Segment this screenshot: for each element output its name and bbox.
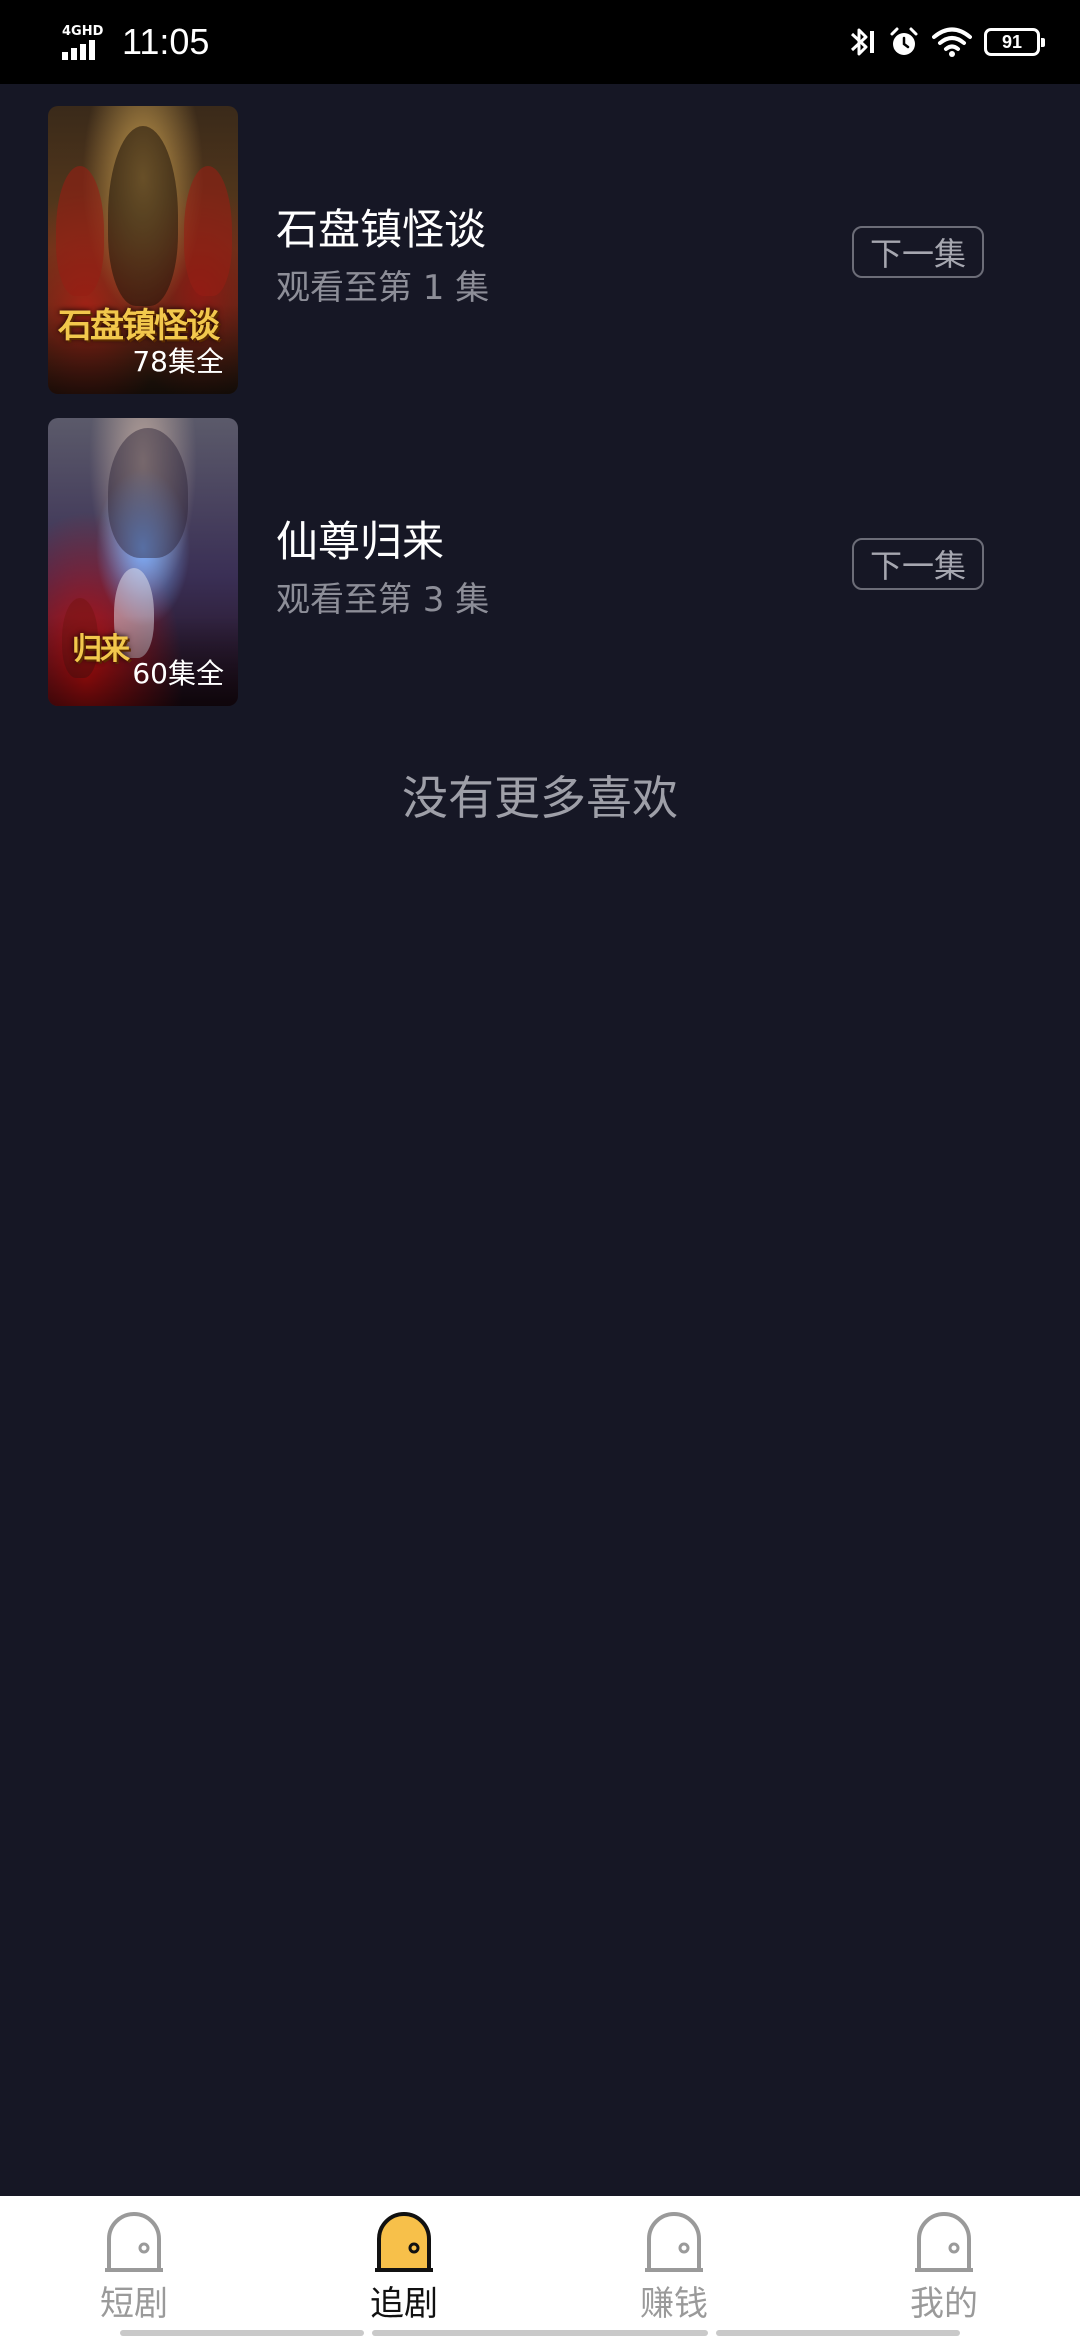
battery-icon: 91 (984, 28, 1045, 56)
status-right: 91 (846, 20, 1045, 64)
nav-indicator (120, 2330, 364, 2336)
episode-count-badge: 60集全 (132, 657, 224, 690)
watch-progress: 观看至第 3 集 (276, 580, 490, 620)
show-poster[interactable]: 归来 60集全 (48, 418, 238, 706)
bottom-nav: 短剧 追剧 赚钱 我的 (0, 2196, 1080, 2340)
nav-label: 追剧 (370, 2284, 438, 2324)
show-poster[interactable]: 石盘镇怪谈 78集全 (48, 106, 238, 394)
nav-label: 赚钱 (640, 2284, 708, 2324)
show-title: 石盘镇怪谈 (276, 205, 487, 254)
alarm-icon (890, 27, 918, 55)
door-icon (105, 2212, 163, 2272)
status-bar: 4GHD 11:05 91 (0, 0, 1080, 84)
status-left: 4GHD 11:05 (62, 18, 209, 66)
next-episode-button[interactable]: 下一集 (852, 538, 984, 590)
nav-indicator (372, 2330, 708, 2336)
cellular-signal-icon: 4GHD (62, 22, 112, 62)
door-icon (645, 2212, 703, 2272)
list-item[interactable]: 归来 60集全 仙尊归来 观看至第 3 集 下一集 (0, 418, 1080, 730)
episode-count-badge: 78集全 (132, 345, 224, 378)
status-time: 11:05 (122, 21, 210, 62)
following-list: 石盘镇怪谈 78集全 石盘镇怪谈 观看至第 1 集 下一集 归来 60集全 仙尊… (0, 106, 1080, 730)
list-item[interactable]: 石盘镇怪谈 78集全 石盘镇怪谈 观看至第 1 集 下一集 (0, 106, 1080, 418)
battery-level: 91 (1001, 31, 1023, 52)
nav-tab-me[interactable]: 我的 (864, 2210, 1024, 2330)
network-type: 4GHD (62, 24, 104, 39)
nav-tab-following[interactable]: 追剧 (324, 2210, 484, 2330)
door-icon (915, 2212, 973, 2272)
nav-indicator (716, 2330, 960, 2336)
no-more-hint: 没有更多喜欢 (402, 771, 678, 825)
show-title: 仙尊归来 (276, 517, 445, 566)
next-episode-button[interactable]: 下一集 (852, 226, 984, 278)
nav-label: 短剧 (100, 2284, 168, 2324)
watch-progress: 观看至第 1 集 (276, 268, 490, 308)
door-icon (375, 2212, 433, 2272)
nav-tab-earn[interactable]: 赚钱 (594, 2210, 754, 2330)
nav-tab-shortdrama[interactable]: 短剧 (54, 2210, 214, 2330)
poster-title-art: 归来 (72, 632, 130, 667)
wifi-icon (932, 27, 972, 57)
nav-label: 我的 (910, 2284, 978, 2324)
bluetooth-icon (850, 28, 874, 56)
